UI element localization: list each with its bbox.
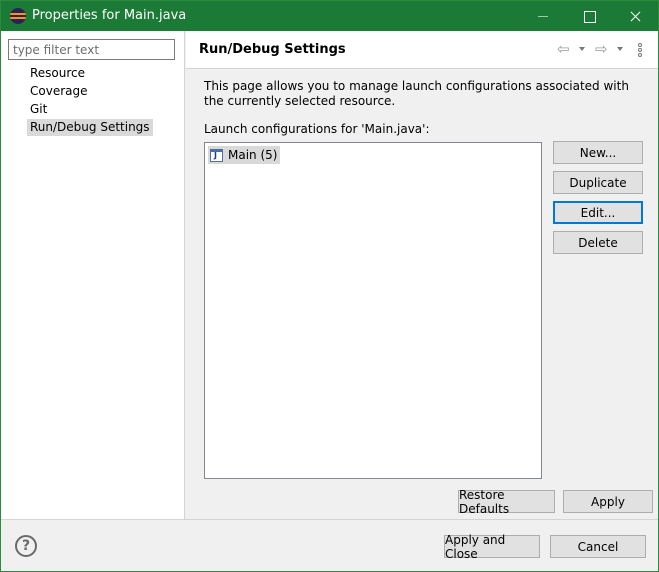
sidebar-item-coverage[interactable]: Coverage [27, 83, 91, 100]
page-description: This page allows you to manage launch co… [204, 79, 629, 108]
minimize-button[interactable] [520, 1, 566, 31]
delete-button[interactable]: Delete [553, 231, 643, 254]
eclipse-icon [10, 8, 26, 24]
launch-configurations-label: Launch configurations for 'Main.java': [204, 122, 430, 136]
forward-history-dropdown-icon[interactable] [617, 47, 623, 51]
more-options-icon[interactable] [637, 43, 643, 59]
page-title: Run/Debug Settings [199, 42, 346, 57]
sidebar: Resource Coverage Git Run/Debug Settings [1, 31, 185, 519]
maximize-button[interactable] [566, 1, 612, 31]
help-icon[interactable]: ? [15, 535, 37, 557]
edit-button[interactable]: Edit... [553, 201, 643, 224]
window-title: Properties for Main.java [32, 8, 187, 23]
apply-button[interactable]: Apply [563, 490, 653, 513]
back-history-dropdown-icon[interactable] [579, 47, 585, 51]
sidebar-item-resource[interactable]: Resource [27, 65, 88, 82]
dialog-footer: ? Apply and Close Cancel [1, 519, 658, 571]
page-header: Run/Debug Settings ⇦ ⇨ [186, 31, 658, 69]
title-bar[interactable]: Properties for Main.java [1, 1, 658, 31]
properties-dialog: Properties for Main.java Resource Covera… [0, 0, 659, 572]
filter-input[interactable] [8, 39, 175, 60]
new-button[interactable]: New... [553, 141, 643, 164]
sidebar-item-git[interactable]: Git [27, 101, 50, 118]
sidebar-item-run-debug-settings[interactable]: Run/Debug Settings [27, 119, 153, 136]
java-launch-icon [210, 148, 223, 162]
list-item-label: Main (5) [228, 148, 278, 162]
restore-defaults-button[interactable]: Restore Defaults [458, 488, 555, 516]
duplicate-button[interactable]: Duplicate [553, 171, 643, 194]
apply-and-close-button[interactable]: Apply and Close [444, 533, 540, 561]
launch-configurations-list[interactable]: Main (5) [204, 142, 542, 479]
list-item[interactable]: Main (5) [208, 146, 281, 164]
forward-arrow-icon[interactable]: ⇨ [595, 41, 613, 57]
cancel-button[interactable]: Cancel [550, 535, 646, 558]
settings-page: Run/Debug Settings ⇦ ⇨ This page allows … [186, 31, 658, 519]
close-button[interactable] [612, 1, 658, 31]
back-arrow-icon[interactable]: ⇦ [557, 41, 575, 57]
